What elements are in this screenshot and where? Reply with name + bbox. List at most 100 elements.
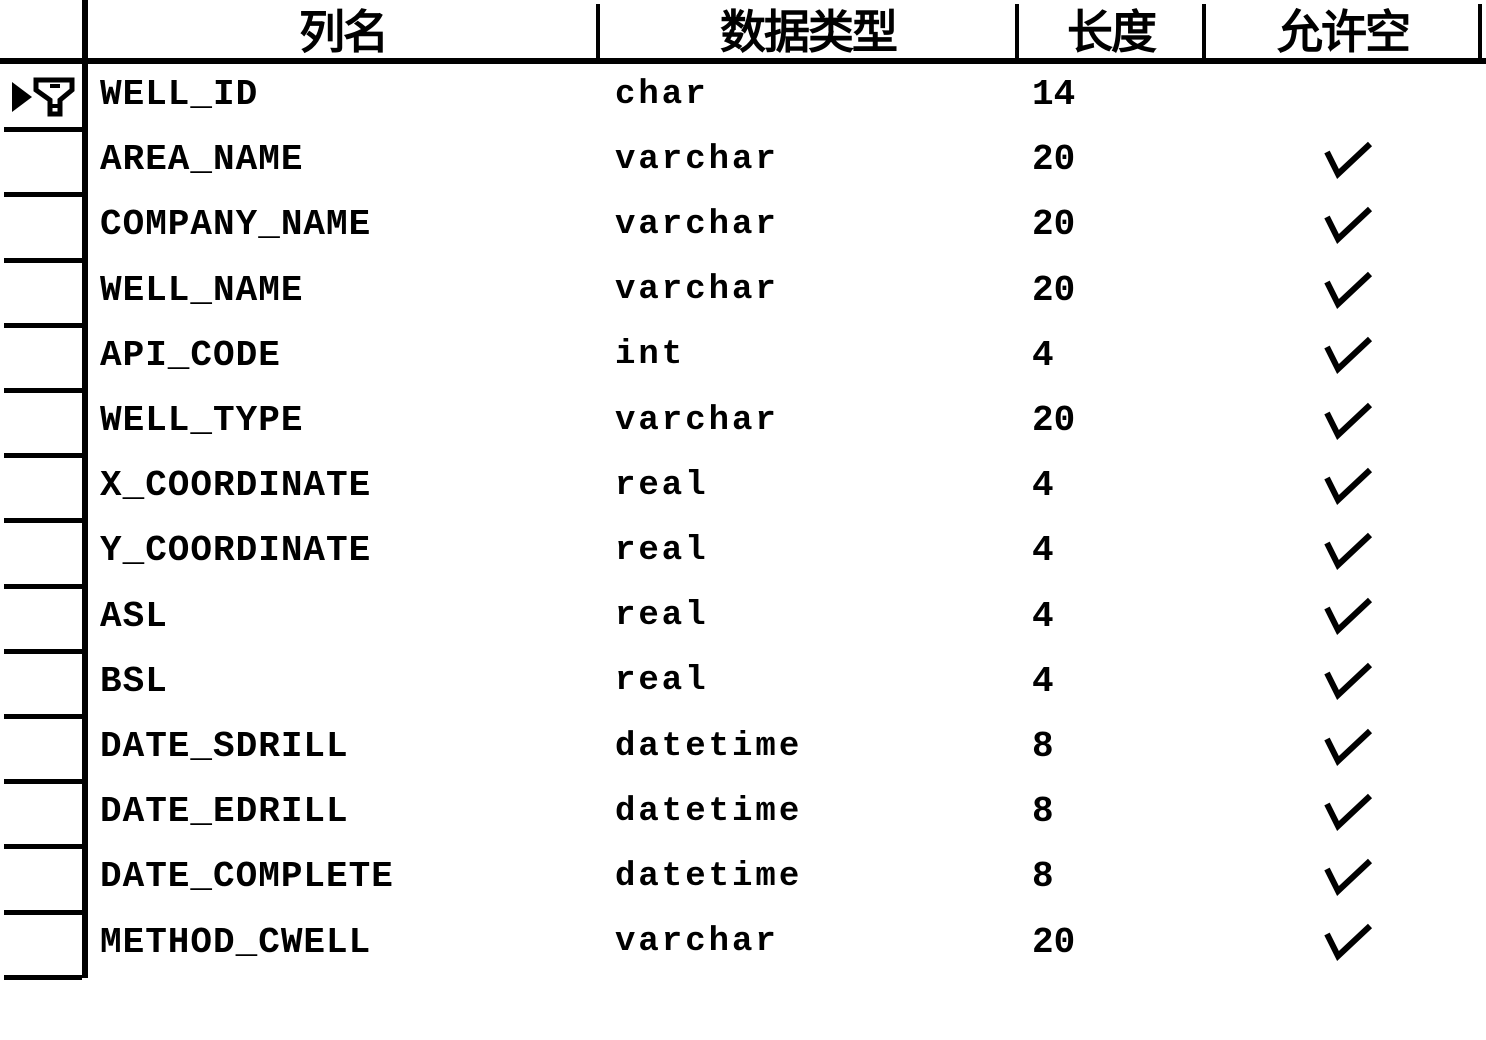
table-row[interactable]: BSL real 4 — [0, 648, 1486, 714]
row-selector[interactable] — [0, 583, 82, 649]
cell-data-type[interactable]: varchar — [615, 388, 779, 453]
checkmark-icon — [1324, 597, 1372, 636]
new-row[interactable] — [0, 974, 1486, 1040]
cell-data-type[interactable]: char — [615, 62, 709, 127]
cell-allow-nulls[interactable] — [1318, 192, 1378, 257]
table-row[interactable]: DATE_COMPLETE datetime 8 — [0, 844, 1486, 909]
row-selector[interactable] — [0, 322, 82, 388]
cell-length[interactable]: 20 — [1032, 127, 1075, 192]
cell-length[interactable]: 20 — [1032, 388, 1075, 453]
cell-column-name[interactable]: DATE_SDRILL — [100, 714, 349, 779]
cell-allow-nulls[interactable] — [1318, 714, 1378, 779]
cell-allow-nulls[interactable] — [1318, 518, 1378, 583]
row-selector[interactable] — [0, 909, 82, 975]
cell-allow-nulls[interactable] — [1318, 388, 1378, 453]
cell-allow-nulls[interactable] — [1318, 453, 1378, 518]
cell-column-name[interactable]: METHOD_CWELL — [100, 910, 371, 975]
cell-column-name[interactable]: WELL_TYPE — [100, 388, 303, 453]
table-row[interactable]: DATE_EDRILL datetime 8 — [0, 779, 1486, 844]
cell-length[interactable]: 8 — [1032, 844, 1054, 909]
header-allow-nulls[interactable]: 允许空 — [1206, 0, 1480, 59]
table-row[interactable]: WELL_TYPE varchar 20 — [0, 388, 1486, 453]
cell-allow-nulls[interactable] — [1318, 323, 1378, 388]
cell-column-name[interactable]: ASL — [100, 584, 168, 649]
cell-data-type[interactable]: datetime — [615, 844, 802, 909]
cell-length[interactable]: 4 — [1032, 453, 1054, 518]
cell-length[interactable]: 8 — [1032, 714, 1054, 779]
table-row[interactable]: METHOD_CWELL varchar 20 — [0, 909, 1486, 975]
cell-length[interactable]: 4 — [1032, 323, 1054, 388]
table-row[interactable]: ASL real 4 — [0, 583, 1486, 649]
cell-allow-nulls[interactable] — [1318, 258, 1378, 323]
cell-length[interactable]: 20 — [1032, 192, 1075, 257]
cell-allow-nulls[interactable] — [1318, 62, 1378, 127]
row-selector[interactable] — [0, 714, 82, 779]
cell-data-type[interactable]: varchar — [615, 910, 779, 975]
cell-length[interactable]: 20 — [1032, 910, 1075, 975]
cell-allow-nulls[interactable] — [1318, 844, 1378, 909]
cell-length[interactable]: 20 — [1032, 258, 1075, 323]
cell-column-name[interactable]: WELL_NAME — [100, 258, 303, 323]
table-row[interactable]: COMPANY_NAME varchar 20 — [0, 192, 1486, 257]
cell-data-type[interactable]: datetime — [615, 779, 802, 844]
cell-allow-nulls[interactable] — [1318, 779, 1378, 844]
cell-allow-nulls[interactable] — [1318, 584, 1378, 649]
row-divider — [4, 127, 82, 133]
cell-data-type[interactable]: real — [615, 584, 709, 649]
row-selector[interactable] — [0, 388, 82, 453]
cell-column-name[interactable]: API_CODE — [100, 323, 281, 388]
table-row[interactable]: WELL_NAME varchar 20 — [0, 257, 1486, 323]
cell-length[interactable]: 4 — [1032, 584, 1054, 649]
table-row[interactable]: API_CODE int 4 — [0, 322, 1486, 388]
cell-data-type[interactable]: varchar — [615, 192, 779, 257]
checkmark-icon — [1324, 402, 1372, 440]
header-column-name[interactable]: 列名 — [88, 0, 598, 59]
row-selector[interactable] — [0, 192, 82, 257]
row-selector[interactable] — [0, 779, 82, 844]
cell-column-name[interactable]: WELL_ID — [100, 62, 258, 127]
cell-column-name[interactable]: DATE_COMPLETE — [100, 844, 394, 909]
row-selector[interactable] — [0, 257, 82, 323]
cell-allow-nulls[interactable] — [1318, 127, 1378, 192]
cell-length[interactable]: 4 — [1032, 649, 1054, 714]
cell-column-name[interactable]: DATE_EDRILL — [100, 779, 349, 844]
cell-length[interactable]: 4 — [1032, 518, 1054, 583]
cell-data-type[interactable]: int — [615, 323, 685, 388]
row-selector[interactable] — [0, 974, 82, 1040]
column-divider[interactable] — [1478, 4, 1482, 58]
table-row[interactable]: Y_COORDINATE real 4 — [0, 518, 1486, 583]
table-row[interactable]: X_COORDINATE real 4 — [0, 453, 1486, 518]
cell-data-type[interactable]: varchar — [615, 127, 779, 192]
cell-data-type[interactable]: real — [615, 453, 709, 518]
cell-column-name[interactable]: X_COORDINATE — [100, 453, 371, 518]
header-data-type[interactable]: 数据类型 — [600, 0, 1016, 59]
row-selector[interactable] — [0, 844, 82, 909]
row-selector[interactable] — [0, 648, 82, 714]
checkmark-icon — [1324, 793, 1372, 831]
table-row[interactable]: WELL_ID char 14 — [0, 62, 1486, 127]
row-selector[interactable] — [0, 453, 82, 518]
header-length[interactable]: 长度 — [1019, 0, 1203, 59]
row-selector[interactable] — [0, 62, 82, 127]
checkmark-icon — [1324, 337, 1372, 375]
cell-column-name[interactable]: AREA_NAME — [100, 127, 303, 192]
cell-data-type[interactable]: real — [615, 518, 709, 583]
table-row[interactable]: DATE_SDRILL datetime 8 — [0, 714, 1486, 779]
checkmark-icon — [1324, 467, 1372, 505]
cell-data-type[interactable]: real — [615, 649, 709, 714]
cell-allow-nulls[interactable] — [1318, 910, 1378, 975]
row-selector[interactable] — [0, 518, 82, 583]
cell-data-type[interactable]: datetime — [615, 714, 802, 779]
cell-length[interactable]: 14 — [1032, 62, 1075, 127]
cell-column-name[interactable]: COMPANY_NAME — [100, 192, 371, 257]
checkmark-icon — [1324, 532, 1372, 570]
current-row-key-indicator — [12, 77, 75, 117]
cell-data-type[interactable]: varchar — [615, 258, 779, 323]
row-selector[interactable] — [0, 127, 82, 192]
cell-length[interactable]: 8 — [1032, 779, 1054, 844]
cell-allow-nulls[interactable] — [1318, 649, 1378, 714]
table-row[interactable]: AREA_NAME varchar 20 — [0, 127, 1486, 192]
cell-column-name[interactable]: BSL — [100, 649, 168, 714]
cell-column-name[interactable]: Y_COORDINATE — [100, 518, 371, 583]
row-divider — [4, 779, 82, 785]
